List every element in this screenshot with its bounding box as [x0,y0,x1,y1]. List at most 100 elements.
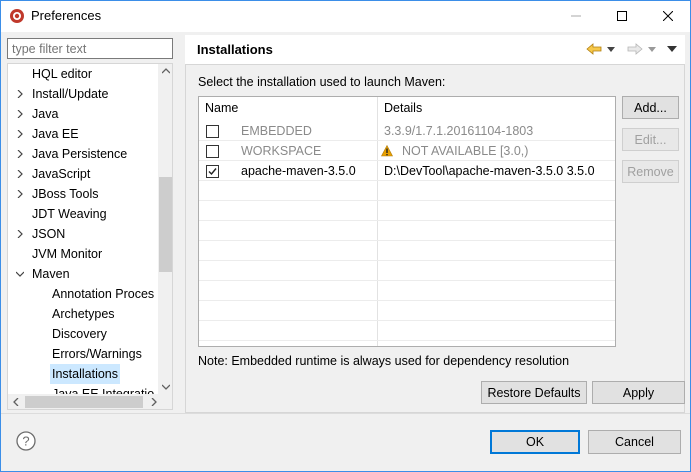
row-gridline [199,320,615,321]
chevron-right-icon[interactable] [15,164,25,184]
cancel-button[interactable]: Cancel [588,430,681,454]
add-button[interactable]: Add... [622,96,679,119]
tree-item-label: Install/Update [32,87,109,101]
installations-table: Name Details EMBEDDED 3.3.9/1.7.1.2016110… [198,96,616,347]
tree-item[interactable]: Maven [8,264,158,284]
row-gridline [199,340,615,341]
edit-button[interactable]: Edit... [622,128,679,151]
table-row[interactable]: WORKSPACE NOT AVAILABLE [3.0,) [199,141,615,161]
row-gridline [199,220,615,221]
installation-name: EMBEDDED [241,124,312,138]
back-dropdown-icon[interactable] [606,41,616,57]
scroll-up-icon [162,68,170,74]
installation-name: WORKSPACE [241,144,322,158]
tree-item[interactable]: Java [8,104,158,124]
maximize-button[interactable] [599,0,645,32]
scroll-right-icon [151,398,157,406]
installation-checkbox[interactable] [206,145,219,158]
title-bar: Preferences [0,0,691,32]
tree-item[interactable]: JavaScript [8,164,158,184]
svg-text:?: ? [22,434,29,449]
tree-item[interactable]: HQL editor [8,64,158,84]
tree-item[interactable]: Archetypes [8,304,158,324]
table-row[interactable]: apache-maven-3.5.0 D:\DevTool\apache-mave… [199,161,615,181]
tree-item[interactable]: JSON [8,224,158,244]
tree-item-label: JSON [32,227,66,241]
forward-dropdown-icon[interactable] [647,41,657,57]
chevron-right-icon[interactable] [15,144,25,164]
minimize-button[interactable] [553,0,599,32]
chevron-right-icon[interactable] [15,124,25,144]
page-header: Installations [185,35,685,65]
chevron-right-icon[interactable] [15,224,25,244]
window-title: Preferences [31,8,102,23]
row-gridline [199,300,615,301]
page-title: Installations [197,42,273,57]
chevron-down-icon[interactable] [15,264,25,284]
tree-item-label: Annotation Proces [52,287,155,301]
filter-input[interactable] [7,38,173,59]
tree-horizontal-scrollbar[interactable] [8,394,172,409]
installation-details: 3.3.9/1.7.1.20161104-1803 [384,124,534,138]
tree-item-label: Installations [50,364,121,384]
row-gridline [199,240,615,241]
preference-tree: Java EE IntegratioInstallationsErrors/Wa… [7,63,173,410]
restore-defaults-button[interactable]: Restore Defaults [481,381,587,404]
tree-item[interactable]: Java Persistence [8,144,158,164]
tree-item-label: Maven [32,267,70,281]
view-menu-icon[interactable] [666,41,678,57]
row-gridline [199,280,615,281]
chevron-right-icon[interactable] [15,104,25,124]
dialog-button-bar [1,413,690,471]
tree-item[interactable]: JVM Monitor [8,244,158,264]
installation-details: D:\DevTool\apache-maven-3.5.0 3.5.0 [384,164,595,178]
tree-item-label: Java Persistence [32,147,128,161]
tree-item-label: JBoss Tools [32,187,99,201]
eclipse-app-icon [9,8,25,24]
installation-checkbox[interactable] [206,165,219,178]
tree-item-label: JavaScript [32,167,91,181]
tree-item[interactable]: Annotation Proces [8,284,158,304]
installation-details: NOT AVAILABLE [3.0,) [402,144,529,158]
chevron-right-icon[interactable] [15,184,25,204]
tree-vertical-scrollbar[interactable] [158,64,172,394]
tree-item-label: Java EE [32,127,79,141]
installation-checkbox[interactable] [206,125,219,138]
ok-button[interactable]: OK [490,430,580,454]
installation-name: apache-maven-3.5.0 [241,164,356,178]
tree-item[interactable]: Java EE [8,124,158,144]
tree-item[interactable]: Errors/Warnings [8,344,158,364]
tree-scroll-thumb[interactable] [159,177,172,272]
tree-item[interactable]: JDT Weaving [8,204,158,224]
table-row[interactable]: EMBEDDED 3.3.9/1.7.1.20161104-1803 [199,121,615,141]
tree-item[interactable]: JBoss Tools [8,184,158,204]
scroll-left-icon [13,398,19,406]
scroll-down-icon [162,384,170,390]
row-gridline [199,260,615,261]
close-button[interactable] [645,0,691,32]
apply-button[interactable]: Apply [592,381,685,404]
tree-hscroll-thumb[interactable] [25,396,143,408]
installation-prompt: Select the installation used to launch M… [198,75,446,89]
pane-sash[interactable] [181,32,184,413]
tree-item-label: Errors/Warnings [52,347,142,361]
tree-item-label: Archetypes [52,307,115,321]
remove-button[interactable]: Remove [622,160,679,183]
tree-item[interactable]: Install/Update [8,84,158,104]
tree-item[interactable]: Installations [8,364,158,384]
column-header-details[interactable]: Details [378,97,615,119]
chevron-right-icon[interactable] [15,84,25,104]
tree-item-label: JVM Monitor [32,247,103,261]
help-icon[interactable]: ? [16,431,36,451]
warning-icon [381,141,393,161]
column-header-name[interactable]: Name [199,97,377,119]
tree-item-label: Discovery [52,327,107,341]
back-arrow-icon[interactable] [585,41,603,57]
tree-item-label: JDT Weaving [32,207,107,221]
tree-item[interactable]: Discovery [8,324,158,344]
tree-item-label: HQL editor [32,67,92,81]
tree-item-label: Java [32,107,59,121]
embedded-runtime-note: Note: Embedded runtime is always used fo… [198,354,570,368]
row-gridline [199,200,615,201]
forward-arrow-icon[interactable] [626,41,644,57]
